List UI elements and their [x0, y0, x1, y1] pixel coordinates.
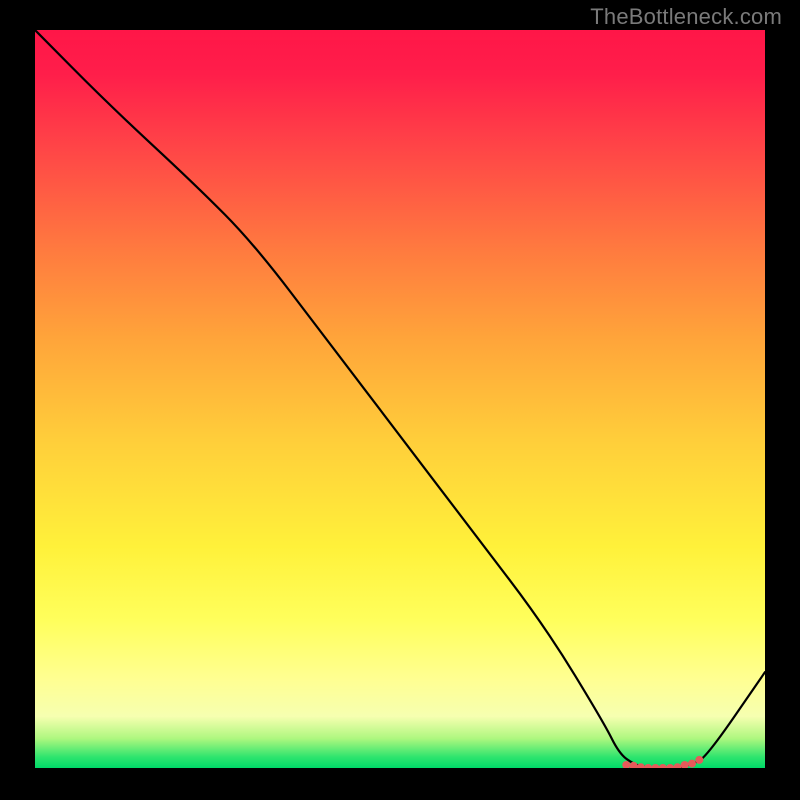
data-marker [681, 761, 689, 768]
plot-area [35, 30, 765, 768]
data-marker [652, 764, 660, 768]
curve-path [35, 30, 765, 768]
data-marker [659, 764, 667, 768]
data-marker [688, 760, 696, 768]
line-curve [35, 30, 765, 768]
data-marker [630, 762, 638, 768]
data-marker [644, 764, 652, 768]
data-marker [666, 764, 674, 768]
data-marker [673, 763, 681, 768]
data-marker [622, 761, 630, 768]
data-marker [695, 756, 703, 764]
watermark-text: TheBottleneck.com [590, 4, 782, 30]
chart-container: TheBottleneck.com [0, 0, 800, 800]
data-marker [637, 763, 645, 768]
